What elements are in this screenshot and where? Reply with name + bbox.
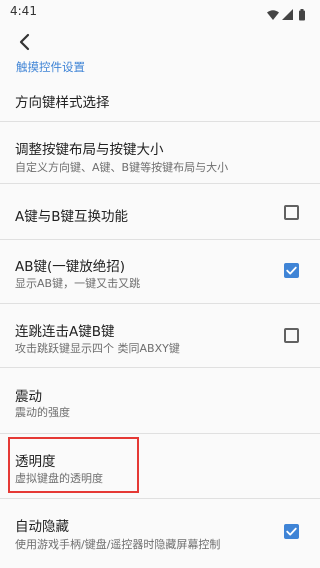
signal-icon [282,9,293,20]
pref-auto-hide[interactable]: 自动隐藏 使用游戏手柄/键盘/遥控器时隐藏屏幕控制 [0,499,320,568]
pref-vibration[interactable]: 震动 震动的强度 [0,368,320,434]
pref-title: 自动隐藏 [15,519,69,535]
status-bar: 4:41 [0,0,320,24]
pref-button-layout[interactable]: 调整按键布局与按键大小 自定义方向键、A键、B键等按键布局与大小 [0,122,320,184]
pref-title: 调整按键布局与按键大小 [15,142,164,158]
pref-title: 连跳连击A键B键 [15,324,115,340]
pref-summary: 显示AB键，一键又击又跳 [15,277,141,290]
status-time: 4:41 [10,4,37,18]
app-bar [0,24,320,58]
pref-summary: 自定义方向键、A键、B键等按键布局与大小 [15,161,229,174]
check-icon [286,527,297,536]
highlight-box [8,437,139,493]
pref-title: AB键(一键放绝招) [15,259,126,275]
pref-dpad-style[interactable]: 方向键样式选择 [0,77,320,122]
pref-title: 震动 [15,389,42,405]
pref-turbo-ab[interactable]: 连跳连击A键B键 攻击跳跃键显示四个 类同ABXY键 [0,304,320,368]
auto-hide-checkbox[interactable] [284,524,299,539]
check-icon [286,266,297,275]
wifi-icon [267,10,279,20]
pref-title: A键与B键互换功能 [15,209,128,225]
pref-summary: 震动的强度 [15,406,70,419]
ab-key-checkbox[interactable] [284,263,299,278]
pref-title: 方向键样式选择 [15,95,110,111]
battery-icon [299,9,305,21]
status-icons [266,6,310,21]
swap-ab-checkbox[interactable] [284,205,299,220]
section-header: 触摸控件设置 [16,60,85,74]
back-arrow-icon [19,33,30,51]
pref-swap-ab[interactable]: A键与B键互换功能 [0,184,320,240]
pref-summary: 攻击跳跃键显示四个 类同ABXY键 [15,342,180,355]
back-button[interactable] [12,28,40,56]
turbo-ab-checkbox[interactable] [284,328,299,343]
pref-ab-key[interactable]: AB键(一键放绝招) 显示AB键，一键又击又跳 [0,240,320,304]
pref-summary: 使用游戏手柄/键盘/遥控器时隐藏屏幕控制 [15,538,221,551]
